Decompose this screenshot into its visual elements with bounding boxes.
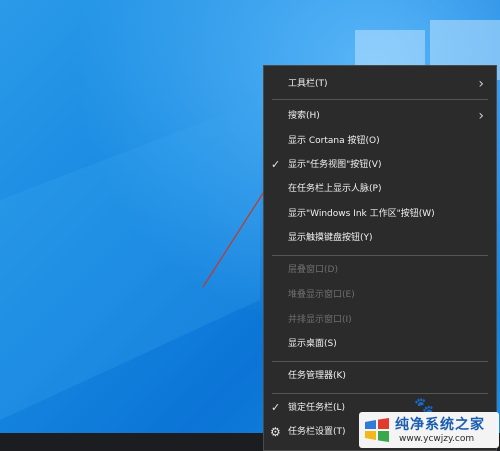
menu-item-label: 显示桌面(S) [288, 339, 337, 349]
menu-separator [272, 99, 488, 100]
menu-item-show-windows-ink[interactable]: 显示"Windows Ink 工作区"按钮(W) [264, 202, 496, 226]
menu-item-label: 堆叠显示窗口(E) [288, 290, 355, 300]
taskbar-context-menu: 工具栏(T) › 搜索(H) › 显示 Cortana 按钮(O) ✓ 显示"任… [263, 65, 497, 451]
menu-item-cascade-windows: 层叠窗口(D) [264, 258, 496, 282]
menu-item-label: 任务管理器(K) [288, 371, 346, 381]
watermark-logo: 纯净系统之家 www.ycwjzy.com [359, 412, 499, 448]
menu-separator [272, 393, 488, 394]
menu-item-show-task-view[interactable]: ✓ 显示"任务视图"按钮(V) [264, 153, 496, 177]
menu-item-task-manager[interactable]: 任务管理器(K) [264, 364, 496, 388]
menu-item-toolbars[interactable]: 工具栏(T) › [264, 72, 496, 96]
menu-item-label: 工具栏(T) [288, 79, 328, 89]
chevron-right-icon: › [478, 108, 484, 124]
menu-item-label: 并排显示窗口(I) [288, 315, 352, 325]
watermark-url: www.ycwjzy.com [399, 434, 475, 444]
menu-item-show-touch-keyboard[interactable]: 显示触摸键盘按钮(Y) [264, 226, 496, 250]
menu-item-show-people[interactable]: 在任务栏上显示人脉(P) [264, 177, 496, 201]
menu-item-label: 显示 Cortana 按钮(O) [288, 136, 380, 146]
menu-item-show-desktop[interactable]: 显示桌面(S) [264, 332, 496, 356]
checkmark-icon: ✓ [271, 158, 281, 171]
menu-item-show-cortana[interactable]: 显示 Cortana 按钮(O) [264, 129, 496, 153]
gear-icon: ⚙ [270, 425, 281, 439]
chevron-right-icon: › [478, 76, 484, 92]
checkmark-icon: ✓ [271, 401, 281, 414]
menu-item-label: 显示"任务视图"按钮(V) [288, 160, 382, 170]
windows-logo-icon [365, 418, 389, 442]
menu-item-stack-windows: 堆叠显示窗口(E) [264, 283, 496, 307]
menu-separator [272, 361, 488, 362]
menu-item-label: 显示触摸键盘按钮(Y) [288, 233, 373, 243]
menu-item-side-by-side-windows: 并排显示窗口(I) [264, 308, 496, 332]
menu-item-label: 锁定任务栏(L) [288, 403, 346, 413]
menu-item-label: 在任务栏上显示人脉(P) [288, 184, 382, 194]
menu-item-label: 显示"Windows Ink 工作区"按钮(W) [288, 209, 435, 219]
watermark-title: 纯净系统之家 [395, 417, 485, 433]
menu-item-label: 搜索(H) [288, 111, 320, 121]
menu-item-label: 任务栏设置(T) [288, 427, 346, 437]
menu-item-search[interactable]: 搜索(H) › [264, 104, 496, 128]
menu-item-label: 层叠窗口(D) [288, 265, 338, 275]
menu-separator [272, 255, 488, 256]
